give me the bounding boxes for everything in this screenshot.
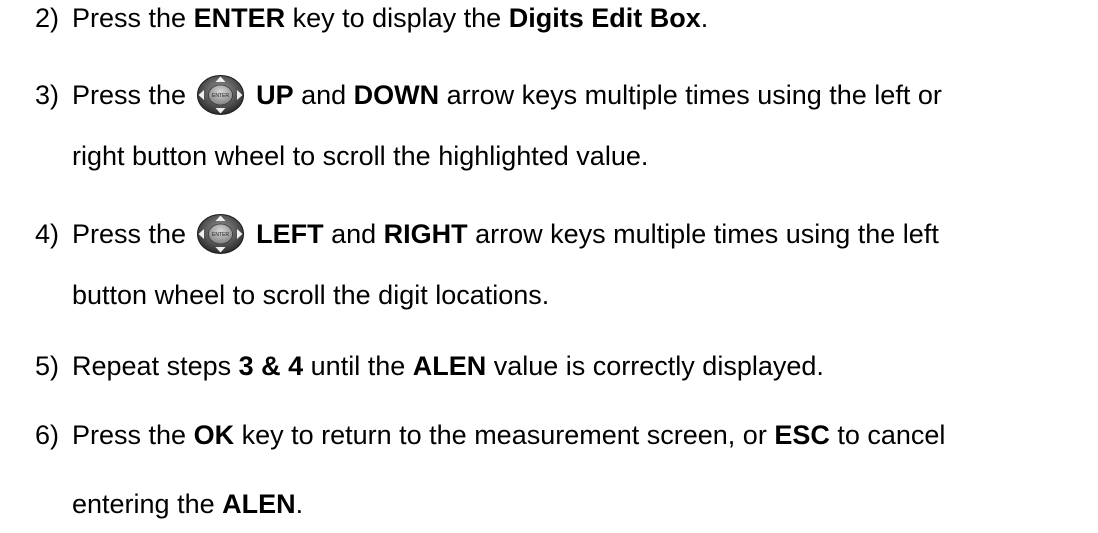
enter-arrow-pad-icon: ENTER [196,74,245,116]
step-number: 5) [35,351,60,381]
enter-label: ENTER [212,232,229,238]
step-number: 3) [35,80,60,110]
step-continuation-line: button wheel to scroll the digit locatio… [72,282,549,309]
key-term: ENTER [193,3,286,33]
step-number: 4) [35,219,60,249]
step-continuation-line: right button wheel to scroll the highlig… [72,143,648,170]
key-term: UP [256,80,294,110]
key-term: DOWN [353,80,440,110]
step-text: and [293,80,354,110]
key-term: ALEN [222,489,296,519]
step-text: button wheel to scroll the digit locatio… [72,280,550,310]
key-term: ESC [774,420,830,450]
step-text: arrow keys multiple times using the left [467,219,939,249]
step-text: to cancel [829,420,946,450]
step-line: 6) Press the OK key to return to the meas… [35,422,945,449]
step-text: Press the [72,3,194,33]
step-continuation-line: entering the ALEN. [72,491,303,518]
step-text: . [295,489,304,519]
enter-arrow-pad-icon: ENTER [196,213,245,255]
step-text: value is correctly displayed. [486,351,824,381]
key-term: Digits Edit Box [508,3,701,33]
step-line: 3) Press the ENTER UP and DOWN arrow keys… [35,74,942,116]
key-term: LEFT [256,219,324,249]
key-term: ALEN [412,351,487,381]
step-line: 2) Press the ENTER key to display the Dig… [35,5,708,32]
enter-label: ENTER [212,93,229,99]
step-text: Repeat steps [72,351,239,381]
key-term: OK [193,420,235,450]
step-text: right button wheel to scroll the highlig… [72,141,649,171]
step-text: entering the [72,489,223,519]
key-term: 3 & 4 [238,351,304,381]
step-line: 4) Press the ENTER LEFT and RIGHT arrow k… [35,213,939,255]
step-line: 5) Repeat steps 3 & 4 until the ALEN valu… [35,353,824,380]
step-text: arrow keys multiple times using the left… [439,80,942,110]
step-text: and [323,219,384,249]
step-text: key to return to the measurement screen,… [234,420,775,450]
step-text [249,219,257,249]
step-text [249,80,257,110]
step-number: 2) [35,3,60,33]
step-text: . [700,3,709,33]
step-text: key to display the [285,3,509,33]
step-text: until the [303,351,413,381]
step-text: Press the [72,420,194,450]
key-term: RIGHT [383,219,468,249]
step-text: Press the [72,219,194,249]
step-text: Press the [72,80,194,110]
step-number: 6) [35,420,60,450]
